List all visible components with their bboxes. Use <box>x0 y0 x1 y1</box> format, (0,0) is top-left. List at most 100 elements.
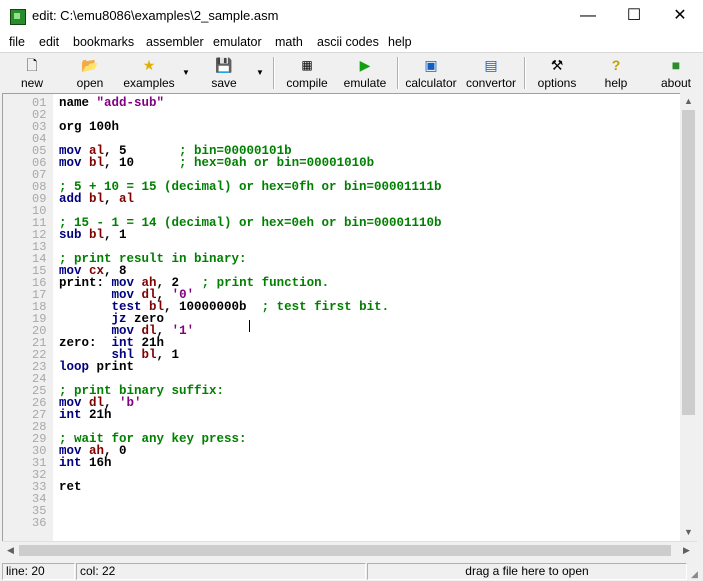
menu-assembler[interactable]: assembler <box>146 35 204 49</box>
code-line[interactable]: 34 <box>3 493 673 505</box>
menu-bar: file edit bookmarks assembler emulator m… <box>0 32 703 52</box>
close-button[interactable]: ✕ <box>657 0 703 32</box>
scroll-left-arrow-icon[interactable]: ◀ <box>2 542 19 559</box>
menu-help[interactable]: help <box>388 35 412 49</box>
code-token: print <box>96 360 135 374</box>
minimize-button[interactable]: — <box>565 0 611 32</box>
code-token: org 100h <box>59 120 120 134</box>
code-token: bl <box>89 192 105 206</box>
menu-edit[interactable]: edit <box>39 35 59 49</box>
floppy-disk-icon: 💾 <box>215 57 233 73</box>
code-line[interactable]: 32 <box>3 469 673 481</box>
window-title: edit: C:\emu8086\examples\2_sample.asm <box>32 8 279 23</box>
code-text: int 21h <box>59 408 112 422</box>
code-text: sub bl, 1 <box>59 228 127 242</box>
code-token: , 10000000b <box>164 300 262 314</box>
code-token: bl <box>89 228 105 242</box>
save-dropdown-icon[interactable]: ▼ <box>256 68 264 77</box>
code-token: bl <box>89 156 105 170</box>
scroll-down-arrow-icon[interactable]: ▼ <box>680 524 697 541</box>
menu-math[interactable]: math <box>275 35 303 49</box>
emulate-button[interactable]: ▶ emulate <box>340 55 390 91</box>
save-button[interactable]: 💾 save <box>206 55 242 91</box>
toolbar-separator <box>397 57 399 89</box>
code-line[interactable]: 27 int 21h <box>3 408 673 422</box>
code-token: , 1 <box>104 228 127 242</box>
code-token: ret <box>59 480 82 494</box>
new-button[interactable]: 🗋 new <box>14 55 50 91</box>
code-token: ; test first bit. <box>261 300 390 314</box>
app-icon <box>10 9 26 25</box>
code-token: , 1 <box>156 348 180 362</box>
code-line[interactable]: 31 int 16h <box>3 456 673 470</box>
horizontal-scroll-thumb[interactable] <box>19 545 671 556</box>
code-line[interactable]: 35 <box>3 505 673 517</box>
about-button[interactable]: ■ about <box>656 55 696 91</box>
code-token: 21h <box>89 408 112 422</box>
menu-emulator[interactable]: emulator <box>213 35 262 49</box>
code-editor[interactable]: 01 name "add-sub" 02 03 org 100h 04 05 mov al, … <box>2 93 681 543</box>
toolbar: 🗋 new 📂 open ★ examples ▼ 💾 save ▼ ▦ com… <box>0 52 703 93</box>
toolbar-separator <box>524 57 526 89</box>
line-indicator: line: 20 <box>2 563 75 580</box>
open-button[interactable]: 📂 open <box>70 55 110 91</box>
options-button[interactable]: ⚒ options <box>534 55 580 91</box>
play-icon: ▶ <box>359 57 371 73</box>
resize-grip-icon[interactable]: ◢ <box>691 569 701 579</box>
code-text: org 100h <box>59 120 120 134</box>
code-line[interactable]: 33 ret <box>3 480 673 494</box>
chip-icon: ■ <box>671 57 681 73</box>
code-token: "add-sub" <box>96 96 165 110</box>
code-text: int 16h <box>59 456 112 470</box>
convertor-button[interactable]: ▤ convertor <box>463 55 519 91</box>
maximize-button[interactable]: ☐ <box>611 0 657 32</box>
menu-ascii-codes[interactable]: ascii codes <box>317 35 379 49</box>
code-token: 'b' <box>119 396 142 410</box>
line-number: 36 <box>32 516 47 530</box>
menu-bookmarks[interactable]: bookmarks <box>73 35 134 49</box>
code-token: al <box>119 192 135 206</box>
code-line[interactable]: 23 loop print <box>3 360 673 374</box>
help-icon: ? <box>611 57 621 73</box>
title-bar[interactable]: edit: C:\emu8086\examples\2_sample.asm —… <box>0 0 703 32</box>
compile-icon: ▦ <box>301 58 313 72</box>
code-token: 16h <box>89 456 112 470</box>
code-line[interactable]: 09 add bl, al <box>3 192 673 206</box>
code-line[interactable]: 36 <box>3 517 673 529</box>
code-text: mov bl, 10 ; hex=0ah or bin=00001010b <box>59 156 374 170</box>
scroll-right-arrow-icon[interactable]: ▶ <box>678 542 695 559</box>
code-token: , 10 <box>104 156 180 170</box>
text-caret <box>249 320 250 332</box>
star-icon: ★ <box>142 57 156 73</box>
new-file-icon: 🗋 <box>26 57 38 73</box>
vertical-scroll-thumb[interactable] <box>682 110 695 415</box>
code-text: loop print <box>59 360 135 374</box>
convertor-icon: ▤ <box>484 57 498 73</box>
help-button[interactable]: ? help <box>600 55 632 91</box>
code-line[interactable]: 01 name "add-sub" <box>3 96 673 110</box>
code-token: int <box>59 456 90 470</box>
code-line[interactable]: 06 mov bl, 10 ; hex=0ah or bin=00001010b <box>3 156 673 170</box>
code-line[interactable]: 12 sub bl, 1 <box>3 228 673 242</box>
drop-file-hint: drag a file here to open <box>367 563 687 580</box>
open-folder-icon: 📂 <box>81 57 99 73</box>
status-bar: line: 20 col: 22 drag a file here to ope… <box>0 561 703 581</box>
code-line[interactable]: 03 org 100h <box>3 120 673 134</box>
code-token: bl <box>141 348 157 362</box>
tools-icon: ⚒ <box>550 57 564 73</box>
compile-button[interactable]: ▦ compile <box>282 55 332 91</box>
calculator-button[interactable]: ▣ calculator <box>403 55 459 91</box>
code-token: sub <box>59 228 90 242</box>
scroll-up-arrow-icon[interactable]: ▲ <box>680 93 697 110</box>
vertical-scrollbar[interactable]: ▲ ▼ <box>680 93 697 541</box>
code-text: add bl, al <box>59 192 135 206</box>
examples-button[interactable]: ★ examples <box>120 55 178 91</box>
code-text: ret <box>59 480 82 494</box>
code-token: int <box>59 408 90 422</box>
horizontal-scrollbar[interactable]: ◀ ▶ <box>2 541 697 559</box>
examples-dropdown-icon[interactable]: ▼ <box>182 68 190 77</box>
menu-file[interactable]: file <box>9 35 25 49</box>
code-token: add <box>59 192 90 206</box>
code-token: mov <box>59 156 90 170</box>
code-token: , <box>104 192 120 206</box>
